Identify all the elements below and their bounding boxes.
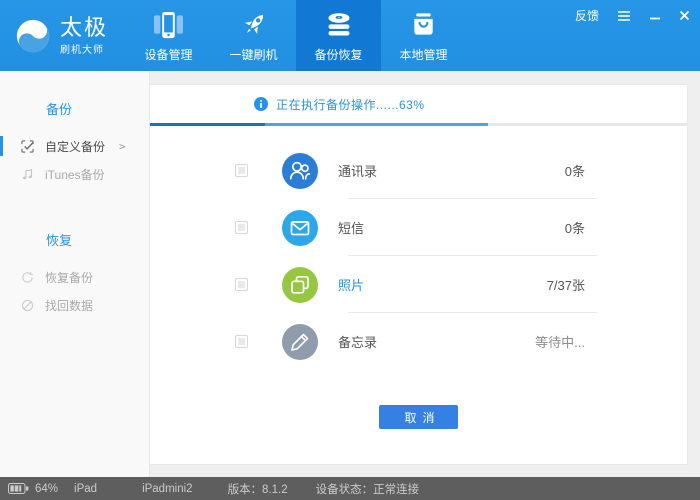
sidebar-item-label: 恢复备份 [45, 270, 94, 285]
photos-checkbox[interactable] [235, 278, 248, 291]
brand-text: 太极 刷机大师 [60, 14, 109, 56]
status-bar: 64% iPad iPadmini2 版本：8.1.2 设备状态：正常连接 [0, 477, 700, 500]
tab-one-key-flash[interactable]: 一键刷机 [211, 0, 296, 71]
music-note-icon [21, 167, 35, 181]
row-value: 0条 [564, 164, 585, 179]
message-icon [282, 209, 318, 246]
minimize-icon[interactable] [649, 10, 661, 22]
contacts-checkbox[interactable] [235, 164, 248, 177]
row-memo: 备忘录 等待中... [150, 313, 687, 370]
database-icon [324, 7, 354, 43]
tab-local-management[interactable]: 本地管理 [381, 0, 466, 71]
sms-checkbox[interactable] [235, 221, 248, 234]
tab-label: 本地管理 [399, 48, 448, 62]
battery-icon [8, 483, 29, 494]
tab-label: 一键刷机 [229, 48, 278, 62]
app-logo: 太极 刷机大师 [0, 0, 126, 71]
sidebar-item-custom-backup[interactable]: 自定义备份 > [0, 132, 149, 160]
row-value: 7/37张 [546, 278, 585, 293]
tab-backup-restore[interactable]: 备份恢复 [296, 0, 381, 71]
sidebar-item-itunes-backup[interactable]: iTunes备份 [0, 160, 149, 188]
sidebar: 备份 自定义备份 > iTunes备份 恢复 恢复备份 找回数据 [0, 71, 150, 477]
tab-label: 设备管理 [144, 48, 193, 62]
row-label: 备忘录 [338, 335, 378, 350]
progress-status-text: 正在执行备份操作......63% [276, 97, 425, 112]
sidebar-item-recover-data[interactable]: 找回数据 [0, 291, 149, 319]
body-area: 备份 自定义备份 > iTunes备份 恢复 恢复备份 找回数据 正在执行备份操… [0, 71, 700, 477]
app-window: 太极 刷机大师 设备管理 一键刷机 备份恢复 本地管理 反馈 备份 自定义备份 … [0, 0, 700, 500]
brand-name: 太极 [60, 14, 109, 40]
feedback-link[interactable]: 反馈 [575, 7, 599, 24]
row-label: 通讯录 [338, 164, 378, 179]
sidebar-item-label: iTunes备份 [45, 167, 105, 182]
memo-pencil-icon [282, 323, 318, 360]
row-sms: 短信 0条 [150, 199, 687, 256]
sidebar-item-restore-backup[interactable]: 恢复备份 [0, 263, 149, 291]
progress-status: 正在执行备份操作......63% [150, 85, 687, 123]
device-connection-status: 设备状态：正常连接 [315, 483, 420, 496]
photos-icon [282, 266, 318, 303]
brand-subtitle: 刷机大师 [60, 44, 104, 56]
restore-circle-icon [21, 270, 35, 284]
backup-panel: 正在执行备份操作......63% 通讯录 0条 短信 0条 照片 7/37张 … [150, 84, 688, 465]
row-value: 等待中... [535, 335, 585, 350]
row-label: 照片 [338, 278, 365, 293]
sidebar-section-restore: 恢复 [46, 233, 73, 248]
sidebar-item-label: 自定义备份 [45, 139, 106, 154]
battery-percent: 64% [35, 482, 59, 495]
checkbox-check-icon [21, 139, 35, 153]
progress-bar [150, 123, 687, 126]
menu-icon[interactable] [617, 10, 631, 22]
memo-checkbox[interactable] [235, 335, 248, 348]
tab-label: 备份恢复 [314, 48, 363, 62]
sidebar-section-backup: 备份 [46, 102, 73, 117]
window-controls: 反馈 [575, 7, 690, 24]
backup-item-list: 通讯录 0条 短信 0条 照片 7/37张 备忘录 等待中... [150, 126, 687, 370]
sidebar-item-label: 找回数据 [45, 298, 94, 313]
row-photos: 照片 7/37张 [150, 256, 687, 313]
cancel-button[interactable]: 取消 [379, 405, 458, 429]
taiji-logo-icon [14, 17, 52, 55]
recover-circle-icon [21, 298, 35, 312]
chevron-right-icon: > [119, 139, 126, 153]
row-contacts: 通讯录 0条 [150, 142, 687, 199]
title-bar: 太极 刷机大师 设备管理 一键刷机 备份恢复 本地管理 反馈 [0, 0, 700, 71]
device-name: iPadmini2 [142, 482, 193, 495]
phone-icon [152, 7, 185, 43]
device-version: 版本：8.1.2 [227, 483, 288, 496]
main-nav: 设备管理 一键刷机 备份恢复 本地管理 [126, 0, 466, 71]
tab-device-management[interactable]: 设备管理 [126, 0, 211, 71]
rocket-icon [239, 7, 269, 43]
close-icon[interactable] [679, 10, 690, 21]
row-label: 短信 [338, 221, 365, 236]
row-value: 0条 [564, 221, 585, 236]
bag-icon [409, 7, 438, 43]
progress-fill-dark [150, 123, 266, 126]
contacts-icon [282, 152, 318, 189]
info-icon [254, 97, 268, 111]
device-type: iPad [74, 482, 98, 495]
